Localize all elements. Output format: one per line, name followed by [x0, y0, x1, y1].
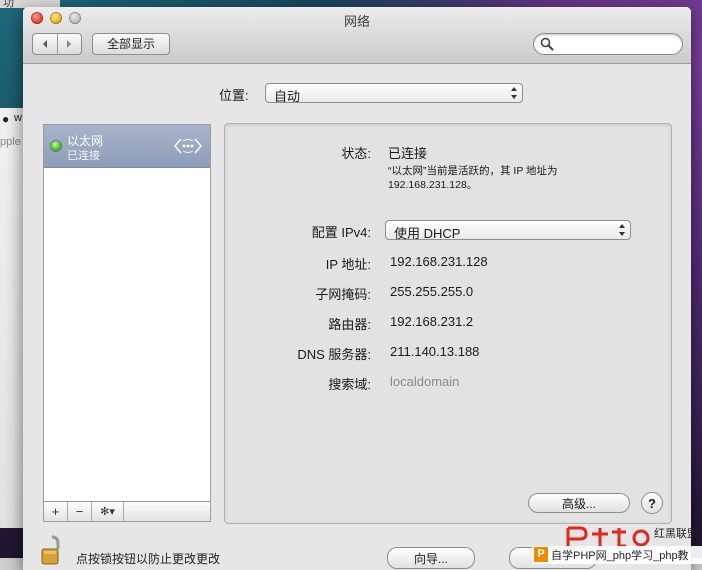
router-label: 路由器: [328, 317, 371, 332]
apple-icon: ● [2, 112, 10, 126]
ip-address-label: IP 地址: [325, 257, 371, 272]
configure-ipv4-label: 配置 IPv4: [311, 225, 371, 240]
gear-menu-button[interactable]: ✻▾ [92, 502, 124, 521]
service-status: 已连接 [67, 150, 100, 162]
back-button[interactable] [33, 34, 57, 54]
network-preferences-window: 网络 全部显示 位置: 自动 以太网 已连接 + − ✻▾ 状态: 已连接 “以… [23, 7, 691, 570]
search-icon [540, 37, 554, 51]
status-label: 状态: [341, 146, 371, 161]
ethernet-icon [174, 138, 202, 154]
configure-ipv4-select[interactable]: 使用 DHCP [385, 220, 631, 241]
status-description: “以太网”当前是活跃的，其 IP 地址为 192.168.231.128。 [388, 164, 598, 192]
watermark-bar: P 自学PHP网_php学习_php教 [532, 546, 702, 564]
assist-me-button[interactable]: 向导... [387, 547, 475, 569]
dns-server-label: DNS 服务器: [297, 347, 371, 362]
service-list[interactable]: 以太网 已连接 [43, 124, 211, 502]
background-window-label: pple [0, 136, 21, 148]
advanced-button[interactable]: 高级... [528, 493, 630, 513]
chevron-right-icon [67, 40, 72, 48]
service-detail-panel: 状态: 已连接 “以太网”当前是活跃的，其 IP 地址为 192.168.231… [224, 123, 672, 524]
location-label: 位置: [219, 88, 249, 103]
service-item-ethernet[interactable]: 以太网 已连接 [44, 125, 210, 168]
status-value: 已连接 [388, 146, 428, 161]
updown-arrows-icon [619, 224, 625, 236]
back-forward-control [32, 33, 82, 55]
router-value: 192.168.231.2 [390, 314, 474, 329]
search-input[interactable] [558, 35, 678, 54]
watermark-badge: P [534, 547, 548, 562]
remove-service-button[interactable]: − [68, 502, 92, 521]
watermark-text: 自学PHP网_php学习_php教 [551, 550, 689, 562]
configure-ipv4-value: 使用 DHCP [394, 226, 461, 241]
location-value: 自动 [274, 89, 301, 104]
status-description-line-1: “以太网”当前是活跃的，其 IP 地址为 [388, 165, 558, 177]
forward-button[interactable] [56, 34, 82, 54]
location-select[interactable]: 自动 [265, 83, 523, 104]
search-domain-value: localdomain [390, 374, 460, 389]
add-service-button[interactable]: + [44, 502, 68, 521]
help-button[interactable]: ? [641, 492, 663, 514]
subnet-mask-value: 255.255.255.0 [390, 284, 474, 299]
show-all-button[interactable]: 全部显示 [92, 33, 170, 55]
ip-address-value: 192.168.231.128 [390, 254, 488, 269]
watermark-side-text: 红黑联盟 [654, 528, 698, 540]
status-description-line-2: 192.168.231.128。 [388, 179, 478, 191]
service-list-toolbar: + − ✻▾ [43, 502, 211, 522]
lock-message: 点按锁按钮以防止更改更改 [76, 552, 221, 566]
subnet-mask-label: 子网掩码: [315, 287, 371, 302]
dns-server-value: 211.140.13.188 [390, 344, 480, 359]
chevron-left-icon [42, 40, 47, 48]
updown-arrows-icon [511, 87, 517, 99]
watermark: 红黑联盟 P 自学PHP网_php学习_php教 [530, 522, 702, 570]
background-window-text: w [14, 112, 22, 124]
menubar-fragment-text: 功 [3, 0, 14, 9]
window-toolbar: 网络 全部显示 [23, 7, 691, 64]
search-field[interactable] [533, 33, 683, 55]
search-domain-label: 搜索域: [328, 377, 371, 392]
lock-icon[interactable] [41, 535, 63, 565]
window-title: 网络 [343, 14, 370, 29]
status-dot-icon [51, 141, 61, 151]
